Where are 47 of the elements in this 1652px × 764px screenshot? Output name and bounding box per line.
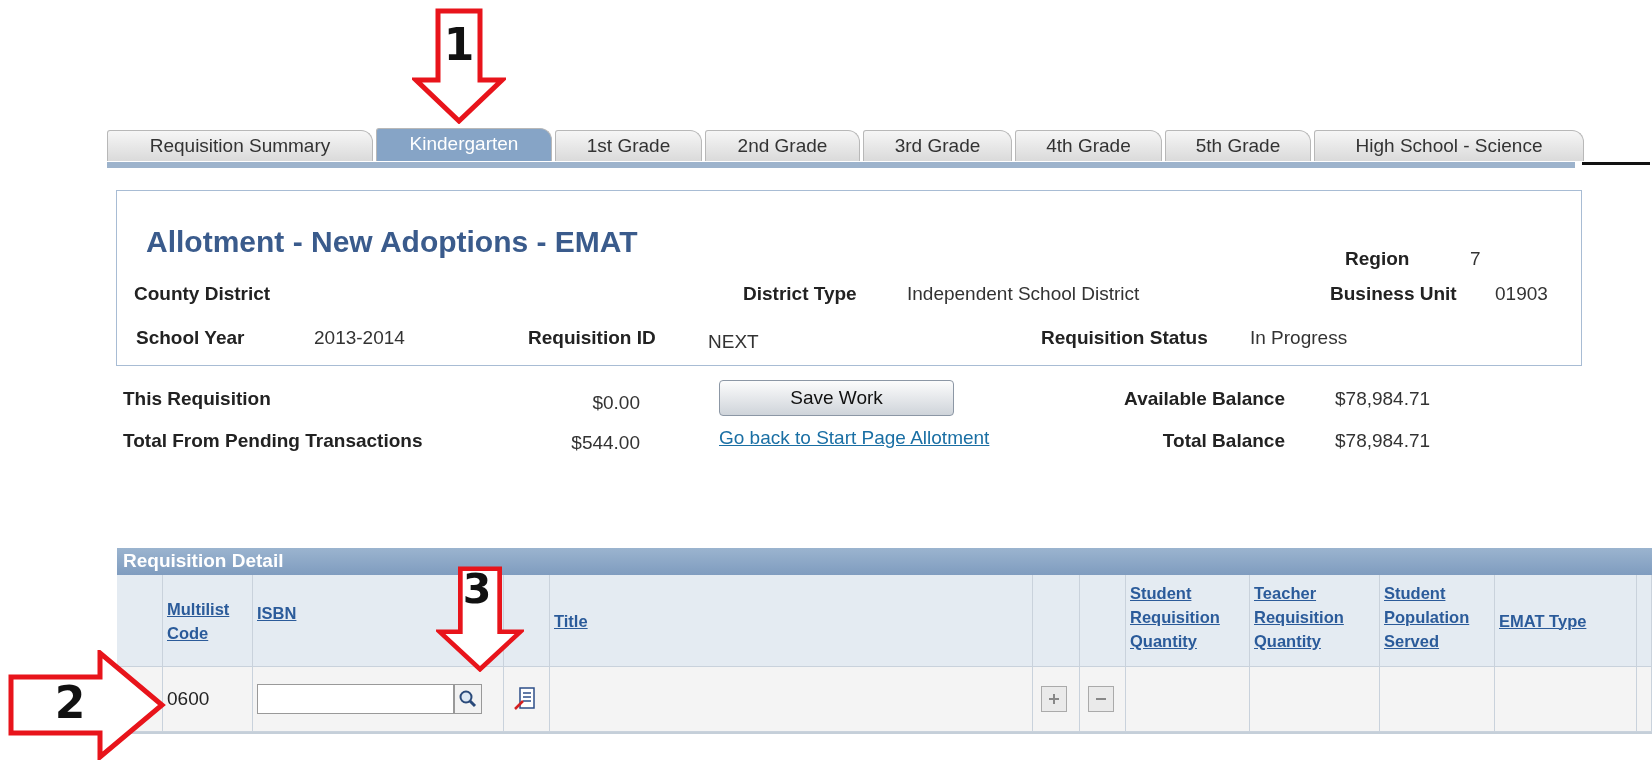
column-header[interactable]: Multilist Code [163,575,253,667]
field-value: NEXT [708,331,760,353]
field-value: 01903 [1495,283,1548,305]
column-header[interactable]: Student Population Served [1380,575,1495,667]
tab[interactable]: 5th Grade [1165,130,1311,161]
amount: $78,984.71 [1335,388,1431,410]
field-value: In Progress [1250,327,1348,349]
field-label: Total From Pending Transactions [123,430,424,452]
add-row-button[interactable] [1041,686,1067,712]
search-icon [458,689,478,709]
document-icon[interactable] [514,687,536,711]
field-label: District Type [743,283,858,305]
plus-icon [1047,692,1061,706]
amount: $0.00 [592,392,640,414]
tab[interactable]: 3rd Grade [863,130,1012,161]
tab[interactable]: 4th Grade [1015,130,1162,161]
field-label: Business Unit [1330,283,1458,305]
field-label: Total Balance [1162,430,1285,452]
callout-arrow: 1 [412,8,506,124]
field-value: 7 [1470,248,1481,270]
amount: $544.00 [571,432,640,454]
field-label: Requisition ID [528,327,657,349]
field-value: Independent School District [907,283,1141,305]
field-value: 2013-2014 [314,327,406,349]
column-header[interactable]: Teacher Requisition Quantity [1250,575,1380,667]
column-header[interactable]: Student Requisition Quantity [1126,575,1250,667]
tab[interactable]: 1st Grade [555,130,702,161]
lookup-button[interactable] [454,684,482,714]
callout-arrow: 2 [8,650,166,760]
save-button[interactable]: Save Work [719,380,954,416]
table-cell: 0600 [163,667,253,732]
field-label: Available Balance [1124,388,1285,410]
column-header[interactable]: EMAT Type [1495,575,1637,667]
field-label: County District [134,283,272,305]
field-label: Requisition Status [1041,327,1209,349]
column-header[interactable]: Title [550,575,1033,667]
delete-row-button[interactable] [1088,686,1114,712]
amount: $78,984.71 [1335,430,1431,452]
field-label: Region [1345,248,1411,270]
field-label: School Year [136,327,246,349]
isbn-field[interactable] [257,684,454,714]
tab[interactable]: 2nd Grade [705,130,860,161]
start-page-link[interactable]: Go back to Start Page Allotment [719,427,1063,449]
tab[interactable]: Requisition Summary [107,130,373,161]
tab[interactable]: High School - Science [1314,130,1584,161]
page-title: Allotment - New Adoptions - EMAT [145,224,639,259]
field-label: This Requisition [123,388,272,410]
